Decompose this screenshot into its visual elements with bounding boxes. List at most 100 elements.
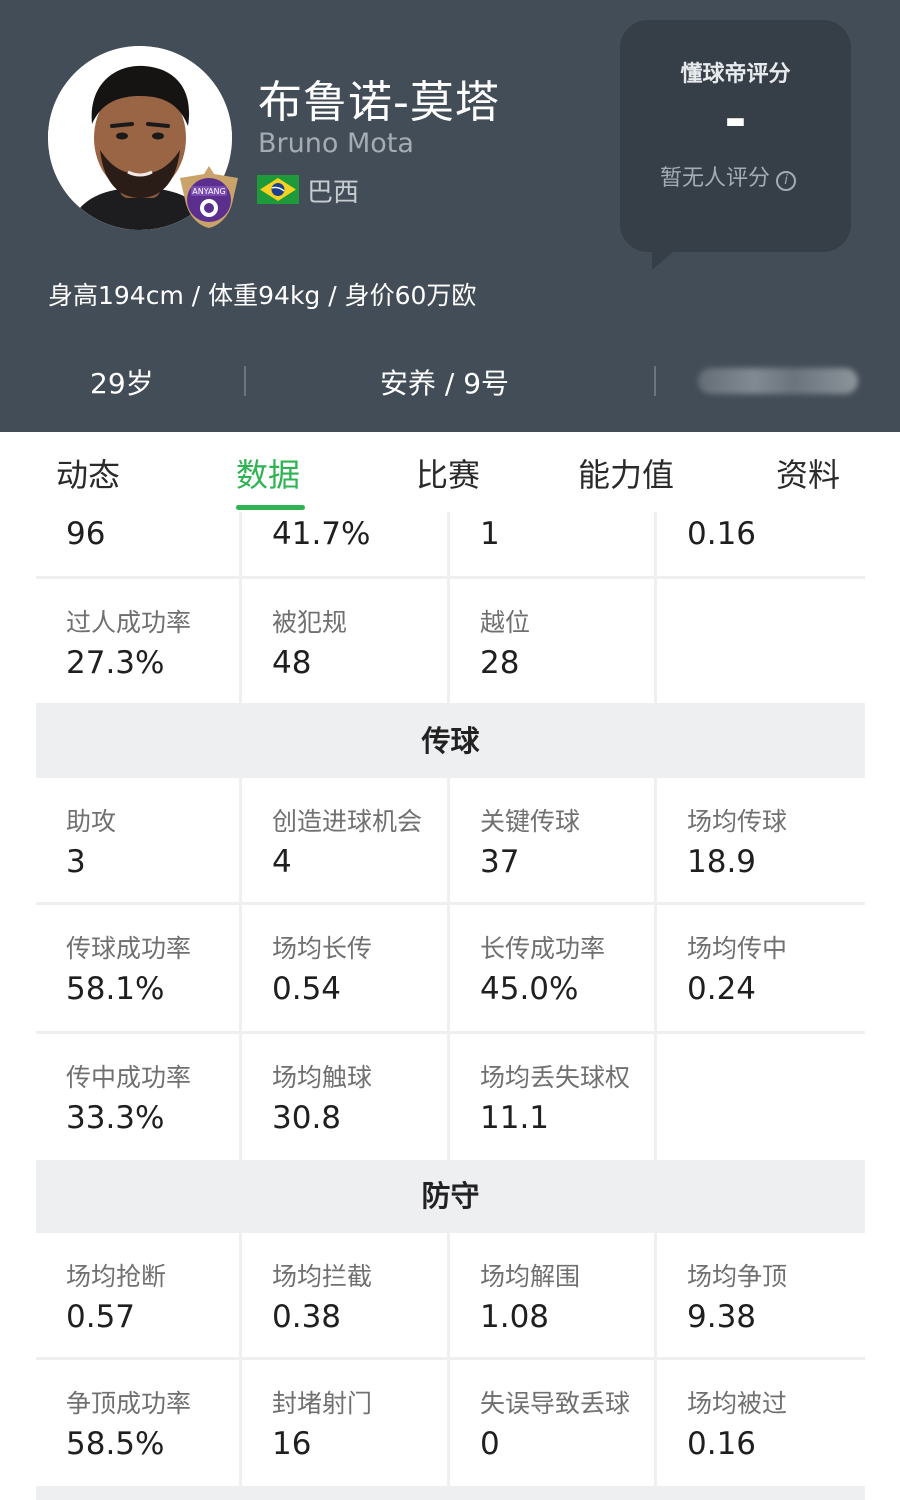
brazil-flag-icon: [257, 175, 299, 204]
stat-value: 45.0%: [480, 971, 579, 1007]
stat-cell: 场均争顶 9.38: [657, 1233, 865, 1357]
stat-cell: 场均抢断 0.57: [36, 1233, 239, 1357]
info-icon[interactable]: i: [776, 171, 797, 191]
meta-divider: [244, 366, 246, 396]
section-title-passing: 传球: [36, 705, 865, 777]
rating-value: -: [724, 88, 747, 151]
stat-value: 48: [272, 645, 312, 681]
tab-dynamics[interactable]: 动态: [56, 450, 120, 496]
stat-label: 助攻: [66, 807, 117, 836]
stat-value: 0.16: [687, 516, 757, 552]
stat-cell: 被犯规 48: [242, 579, 447, 703]
stat-value: 0.57: [66, 1299, 136, 1335]
stat-cell: 关键传球 37: [450, 778, 654, 902]
tab-data[interactable]: 数据: [236, 450, 300, 496]
stat-label: 传中成功率: [66, 1063, 192, 1092]
stat-cell: 场均被过 0.16: [657, 1360, 865, 1486]
player-name: 布鲁诺-莫塔: [258, 77, 500, 128]
stat-value: 1: [480, 516, 500, 552]
stat-label: 创造进球机会: [272, 807, 423, 836]
stat-label: 争顶成功率: [66, 1389, 192, 1418]
stat-value: 27.3%: [66, 645, 165, 681]
stat-cell: 失误导致丢球 0: [450, 1360, 654, 1486]
player-meta-row: 29岁 安养 / 9号: [0, 352, 900, 410]
stat-label: 失误导致丢球: [480, 1389, 631, 1418]
stat-cell: 96: [36, 512, 239, 576]
stat-label: 场均争顶: [687, 1262, 788, 1291]
stat-value: 28: [480, 645, 520, 681]
blurred-meta-value: [698, 368, 858, 394]
stat-label: 传球成功率: [66, 934, 192, 963]
player-age: 29岁: [90, 367, 154, 400]
stat-label: 长传成功率: [480, 934, 606, 963]
stat-cell: 场均丢失球权 11.1: [450, 1034, 654, 1160]
stat-label: 场均拦截: [272, 1262, 373, 1291]
section-title-defense: 防守: [36, 1160, 865, 1232]
stat-label: 越位: [480, 608, 531, 637]
stat-value: 0: [480, 1426, 500, 1462]
stat-label: 封堵射门: [272, 1389, 373, 1418]
rating-note-text: 暂无人评分: [660, 166, 771, 191]
stat-label: 场均丢失球权: [480, 1063, 631, 1092]
stat-label: 场均触球: [272, 1063, 373, 1092]
svg-text:ANYANG: ANYANG: [192, 187, 225, 196]
rating-bubble-tail: [652, 232, 696, 270]
stat-label: 场均被过: [687, 1389, 788, 1418]
stat-cell: 封堵射门 16: [242, 1360, 447, 1486]
stats-row: 场均抢断 0.57 场均拦截 0.38 场均解围 1.08 场均争顶 9.38: [36, 1233, 865, 1357]
rating-note: 暂无人评分 i: [660, 160, 797, 192]
stat-cell: 过人成功率 27.3%: [36, 579, 239, 703]
stat-value: 0.38: [272, 1299, 342, 1335]
stat-cell: 长传成功率 45.0%: [450, 905, 654, 1031]
stats-row: 过人成功率 27.3% 被犯规 48 越位 28: [36, 579, 865, 703]
stat-value: 3: [66, 844, 86, 880]
stat-label: 场均传中: [687, 934, 788, 963]
stats-row: 争顶成功率 58.5% 封堵射门 16 失误导致丢球 0 场均被过 0.16: [36, 1360, 865, 1486]
stat-value: 58.1%: [66, 971, 165, 1007]
stat-label: 场均解围: [480, 1262, 581, 1291]
stats-row: 传球成功率 58.1% 场均长传 0.54 长传成功率 45.0% 场均传中 0…: [36, 905, 865, 1031]
stat-value: 18.9: [687, 844, 757, 880]
player-bio: 身高194cm / 体重94kg / 身价60万欧: [48, 281, 477, 310]
stat-cell: 0.16: [657, 512, 865, 576]
stat-label: 场均传球: [687, 807, 788, 836]
player-name-english: Bruno Mota: [258, 128, 414, 159]
stats-row: 96 41.7% 1 0.16: [36, 512, 865, 576]
stat-label: 被犯规: [272, 608, 348, 637]
stat-cell: 创造进球机会 4: [242, 778, 447, 902]
stat-cell-empty: [657, 1034, 865, 1160]
rating-card[interactable]: 懂球帝评分 - 暂无人评分 i: [620, 20, 851, 252]
stat-value: 0.54: [272, 971, 342, 1007]
stat-value: 33.3%: [66, 1100, 165, 1136]
stat-label: 场均长传: [272, 934, 373, 963]
stat-value: 58.5%: [66, 1426, 165, 1462]
stat-cell: 越位 28: [450, 579, 654, 703]
stat-value: 9.38: [687, 1299, 757, 1335]
stat-value: 11.1: [480, 1100, 550, 1136]
stat-cell: 场均解围 1.08: [450, 1233, 654, 1357]
stat-value: 16: [272, 1426, 312, 1462]
tab-ability[interactable]: 能力值: [578, 450, 674, 496]
stat-cell-empty: [657, 579, 865, 703]
stats-panel[interactable]: 96 41.7% 1 0.16 过人成功率 27.3% 被犯规 48 越位 28…: [36, 512, 865, 1500]
stat-value: 41.7%: [272, 516, 371, 552]
stat-value: 0.16: [687, 1426, 757, 1462]
stats-row: 助攻 3 创造进球机会 4 关键传球 37 场均传球 18.9: [36, 778, 865, 902]
stat-cell: 传中成功率 33.3%: [36, 1034, 239, 1160]
stat-cell: 场均长传 0.54: [242, 905, 447, 1031]
stat-value: 4: [272, 844, 292, 880]
stat-cell: 1: [450, 512, 654, 576]
tab-profile[interactable]: 资料: [776, 450, 840, 496]
stat-value: 0.24: [687, 971, 757, 1007]
stat-cell: 助攻 3: [36, 778, 239, 902]
active-tab-indicator: [236, 505, 305, 510]
club-badge-icon: ANYANG: [176, 164, 242, 230]
stat-label: 过人成功率: [66, 608, 192, 637]
stat-cell: 41.7%: [242, 512, 447, 576]
stat-value: 96: [66, 516, 106, 552]
stat-label: 场均抢断: [66, 1262, 167, 1291]
tab-matches[interactable]: 比赛: [416, 450, 480, 496]
stat-value: 1.08: [480, 1299, 550, 1335]
stat-cell: 场均传中 0.24: [657, 905, 865, 1031]
tab-bar: 动态 数据 比赛 能力值 资料: [0, 432, 900, 512]
